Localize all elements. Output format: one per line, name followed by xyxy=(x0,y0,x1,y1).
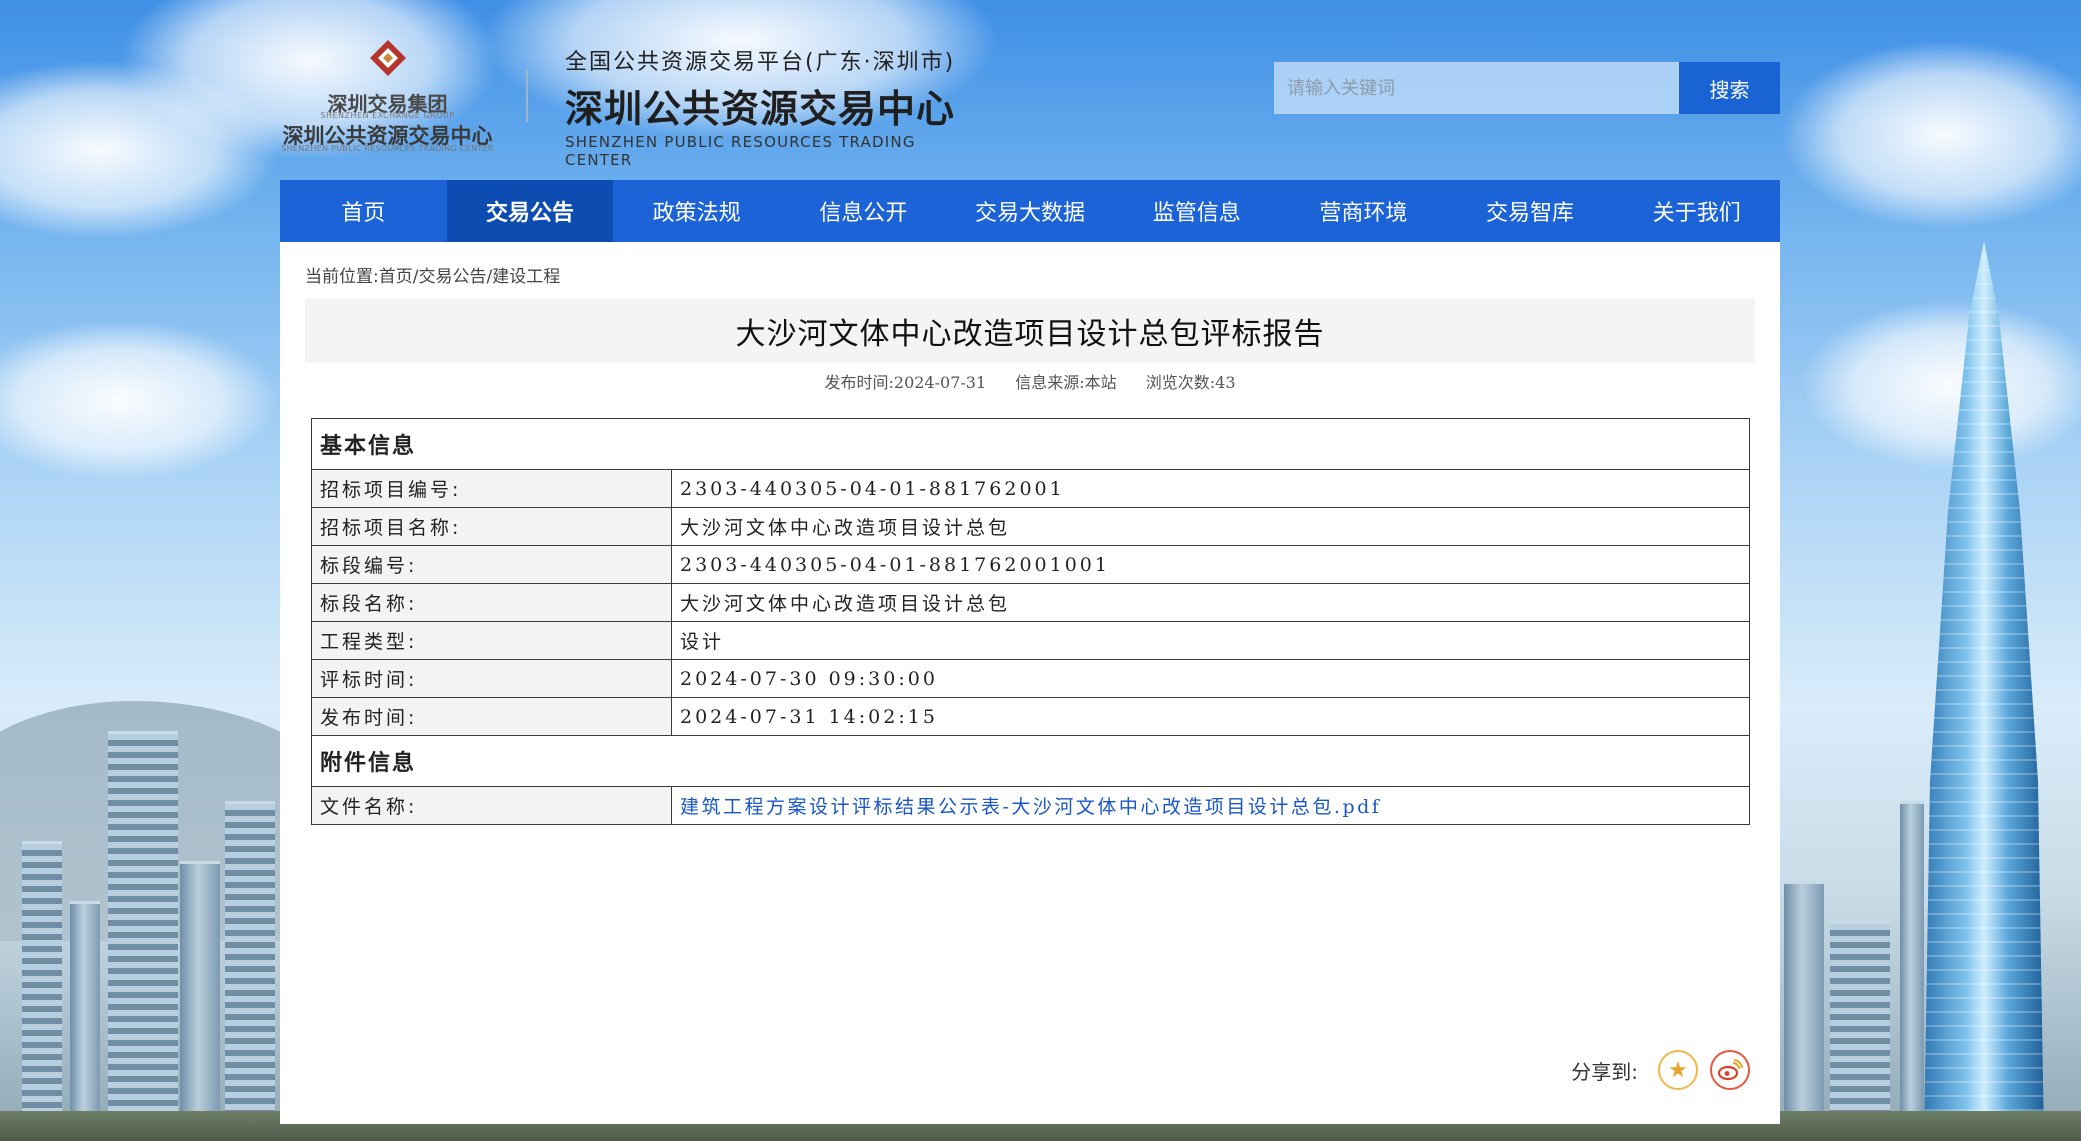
favorite-star-icon[interactable]: ★ xyxy=(1658,1050,1698,1090)
table-row: 标段名称: 大沙河文体中心改造项目设计总包 xyxy=(311,583,1750,622)
basic-info-heading: 基本信息 xyxy=(311,418,1750,470)
info-source: 信息来源:本站 xyxy=(1015,373,1116,392)
info-source-value: 本站 xyxy=(1084,373,1117,392)
site-header: 深圳交易集团 SHENZHEN EXCHANGE GROUP 深圳公共资源交易中… xyxy=(280,30,1780,169)
weibo-icon[interactable] xyxy=(1710,1050,1750,1090)
attachment-info-heading: 附件信息 xyxy=(311,735,1750,787)
view-count: 浏览次数:43 xyxy=(1146,373,1236,392)
breadcrumb: 当前位置:首页/交易公告/建设工程 xyxy=(305,262,560,287)
field-value: 2024-07-30 09:30:00 xyxy=(671,659,1750,698)
field-label: 文件名称: xyxy=(311,786,672,825)
table-row: 文件名称: 建筑工程方案设计评标结果公示表-大沙河文体中心改造项目设计总包.pd… xyxy=(311,786,1750,825)
field-label: 标段名称: xyxy=(311,583,672,622)
platform-title: 深圳公共资源交易中心 xyxy=(565,87,956,131)
field-value: 设计 xyxy=(671,621,1750,660)
article-meta: 发布时间:2024-07-31 信息来源:本站 浏览次数:43 xyxy=(280,369,1780,393)
share-bar: 分享到: ★ xyxy=(1571,1050,1750,1090)
publish-time: 发布时间:2024-07-31 xyxy=(824,373,986,392)
breadcrumb-item-construction[interactable]: 建设工程 xyxy=(492,267,560,287)
search-bar: 搜索 xyxy=(1274,62,1780,114)
platform-title-block: 全国公共资源交易平台(广东·深圳市) 深圳公共资源交易中心 SHENZHEN P… xyxy=(565,44,985,169)
building xyxy=(1900,801,1924,1141)
building xyxy=(70,901,100,1141)
building xyxy=(180,861,220,1141)
logo-center-name-en: SHENZHEN PUBLIC RESOURCES TRADING CENTER xyxy=(281,144,494,153)
field-label: 标段编号: xyxy=(311,545,672,584)
building xyxy=(108,731,178,1141)
nav-item-supervision[interactable]: 监管信息 xyxy=(1113,180,1280,242)
attachment-file-link[interactable]: 建筑工程方案设计评标结果公示表-大沙河文体中心改造项目设计总包.pdf xyxy=(680,796,1381,818)
platform-title-en: SHENZHEN PUBLIC RESOURCES TRADING CENTER xyxy=(565,133,916,169)
publish-time-value: 2024-07-31 xyxy=(893,373,987,392)
cloud xyxy=(1780,40,2081,230)
share-label: 分享到: xyxy=(1571,1059,1638,1084)
table-row: 招标项目名称: 大沙河文体中心改造项目设计总包 xyxy=(311,507,1750,546)
nav-item-policies[interactable]: 政策法规 xyxy=(613,180,780,242)
field-value: 2303-440305-04-01-881762001001 xyxy=(671,545,1750,584)
main-nav: 首页 交易公告 政策法规 信息公开 交易大数据 监管信息 营商环境 交易智库 关… xyxy=(280,180,1780,242)
exchange-logo-icon xyxy=(370,40,406,76)
field-label: 工程类型: xyxy=(311,621,672,660)
field-value: 大沙河文体中心改造项目设计总包 xyxy=(671,507,1750,546)
platform-subtitle: 全国公共资源交易平台(广东·深圳市) xyxy=(565,50,956,75)
table-row: 招标项目编号: 2303-440305-04-01-881762001 xyxy=(311,469,1750,508)
field-value: 大沙河文体中心改造项目设计总包 xyxy=(671,583,1750,622)
field-value: 2024-07-31 14:02:15 xyxy=(671,697,1750,736)
weibo-glyph xyxy=(1717,1059,1743,1081)
field-label: 评标时间: xyxy=(311,659,672,698)
search-button[interactable]: 搜索 xyxy=(1679,62,1780,114)
building xyxy=(22,841,62,1141)
content-panel: 当前位置:首页/交易公告/建设工程 大沙河文体中心改造项目设计总包评标报告 发布… xyxy=(280,242,1780,1124)
info-source-label: 信息来源: xyxy=(1015,373,1085,392)
view-count-label: 浏览次数: xyxy=(1145,373,1216,392)
logo-divider xyxy=(526,70,528,122)
table-row: 发布时间: 2024-07-31 14:02:15 xyxy=(311,697,1750,736)
nav-item-disclosure[interactable]: 信息公开 xyxy=(780,180,947,242)
nav-item-business-env[interactable]: 营商环境 xyxy=(1280,180,1447,242)
search-input[interactable] xyxy=(1274,62,1679,114)
nav-item-announcements[interactable]: 交易公告 xyxy=(446,180,614,242)
field-label: 招标项目名称: xyxy=(311,507,672,546)
publish-time-label: 发布时间: xyxy=(824,373,894,392)
table-row: 基本信息 xyxy=(311,418,1750,470)
table-row: 附件信息 xyxy=(311,735,1750,787)
breadcrumb-prefix: 当前位置: xyxy=(305,267,379,287)
cloud xyxy=(0,320,280,480)
table-row: 标段编号: 2303-440305-04-01-881762001001 xyxy=(311,545,1750,584)
group-logo[interactable]: 深圳交易集团 SHENZHEN EXCHANGE GROUP 深圳公共资源交易中… xyxy=(280,38,495,153)
info-table: 基本信息 招标项目编号: 2303-440305-04-01-881762001… xyxy=(311,418,1750,825)
article-title-bar: 大沙河文体中心改造项目设计总包评标报告 xyxy=(305,298,1755,363)
cloud xyxy=(1800,300,2081,470)
breadcrumb-item-announcements[interactable]: 交易公告 xyxy=(418,267,486,287)
table-row: 评标时间: 2024-07-30 09:30:00 xyxy=(311,659,1750,698)
nav-item-think-tank[interactable]: 交易智库 xyxy=(1447,180,1614,242)
nav-item-home[interactable]: 首页 xyxy=(280,180,447,242)
building xyxy=(1830,921,1890,1141)
attachment-cell: 建筑工程方案设计评标结果公示表-大沙河文体中心改造项目设计总包.pdf xyxy=(671,786,1750,825)
nav-item-about[interactable]: 关于我们 xyxy=(1613,180,1780,242)
building xyxy=(1784,881,1824,1141)
nav-item-big-data[interactable]: 交易大数据 xyxy=(947,180,1114,242)
breadcrumb-item-home[interactable]: 首页 xyxy=(379,267,413,287)
table-row: 工程类型: 设计 xyxy=(311,621,1750,660)
view-count-value: 43 xyxy=(1215,373,1236,392)
article-title: 大沙河文体中心改造项目设计总包评标报告 xyxy=(735,316,1325,352)
field-value: 2303-440305-04-01-881762001 xyxy=(671,469,1750,508)
field-label: 发布时间: xyxy=(311,697,672,736)
field-label: 招标项目编号: xyxy=(311,469,672,508)
logo-group-name-en: SHENZHEN EXCHANGE GROUP xyxy=(320,111,455,120)
building xyxy=(225,801,275,1141)
